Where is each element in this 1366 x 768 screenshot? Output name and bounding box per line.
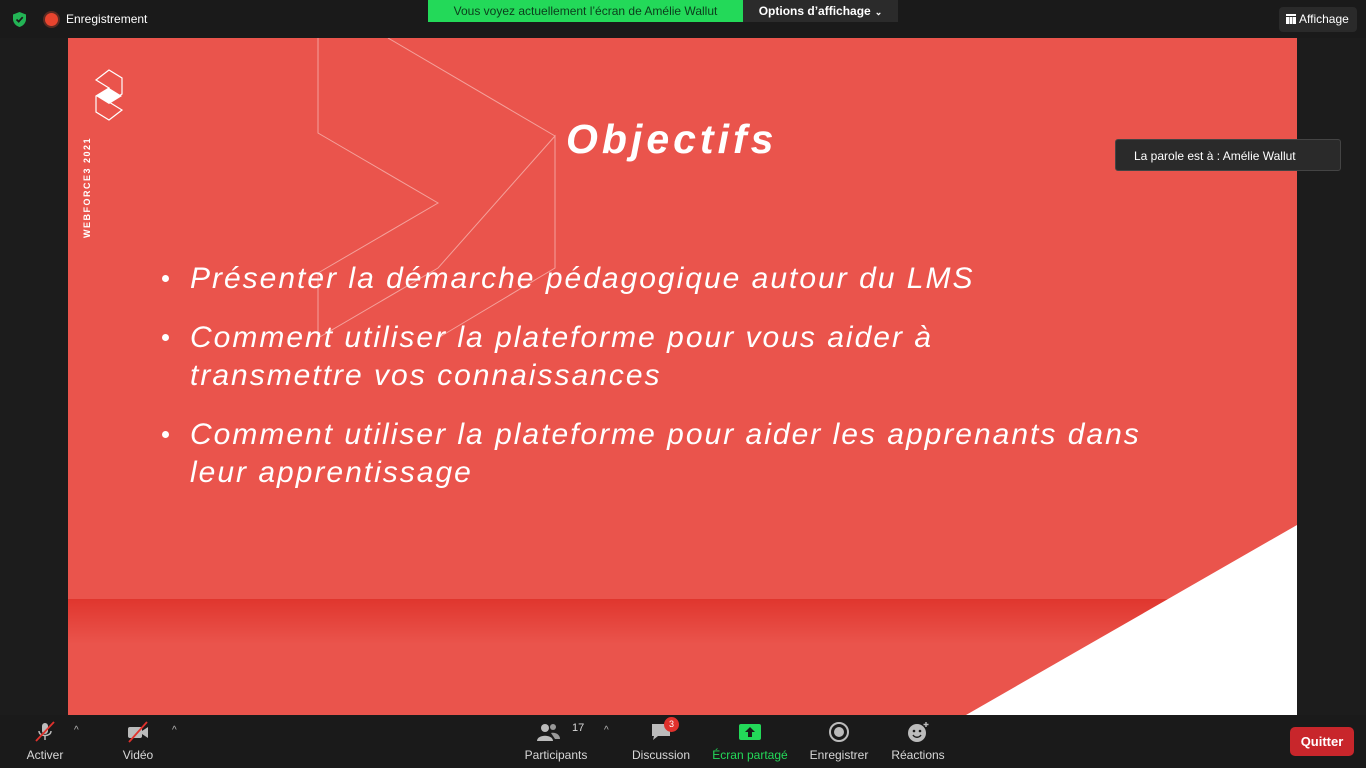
bullet-dot xyxy=(162,431,169,438)
participants-icon xyxy=(537,724,560,741)
reactions-button[interactable]: Réactions xyxy=(890,715,946,768)
view-button-label: Affichage xyxy=(1299,12,1349,26)
participants-count: 17 xyxy=(572,722,585,734)
view-button[interactable]: Affichage xyxy=(1279,7,1357,32)
chevron-down-icon: ⌄ xyxy=(874,7,883,17)
quit-button[interactable]: Quitter xyxy=(1290,727,1354,756)
chat-button[interactable]: 3 Discussion xyxy=(630,715,692,768)
unmute-label: Activer xyxy=(26,748,64,762)
bullet-dot xyxy=(162,275,169,282)
meeting-toolbar: Activer ^ Vidéo ^ 17 Participants ^ 3 Di… xyxy=(0,715,1366,768)
chat-badge: 3 xyxy=(664,717,679,732)
view-options-label: Options d’affichage xyxy=(758,4,871,18)
shared-slide: WEBFORCE3 2021 Objectifs Présenter la dé… xyxy=(68,38,1297,715)
reactions-label: Réactions xyxy=(891,748,945,762)
audio-options-caret-icon[interactable]: ^ xyxy=(74,725,79,736)
share-screen-label: Écran partagé xyxy=(712,748,788,762)
recording-label[interactable]: Enregistrement xyxy=(66,12,147,26)
slide-bullet: Comment utiliser la plateforme pour aide… xyxy=(160,416,1220,492)
record-icon xyxy=(829,722,849,742)
microphone-muted-icon xyxy=(35,721,55,742)
top-bar: Enregistrement Vous voyez actuellement l… xyxy=(0,0,1366,38)
unmute-button[interactable]: Activer xyxy=(16,715,74,768)
active-speaker-label: La parole est à : Amélie Wallut xyxy=(1115,139,1341,171)
slide-bullet: Présenter la démarche pédagogique autour… xyxy=(160,260,1220,298)
smiley-plus-icon xyxy=(908,722,929,742)
chat-label: Discussion xyxy=(631,748,691,762)
record-label: Enregistrer xyxy=(809,748,869,762)
video-button[interactable]: Vidéo xyxy=(112,715,164,768)
slide-title: Objectifs xyxy=(566,116,778,162)
slide-brand-vertical: WEBFORCE3 2021 xyxy=(82,136,92,238)
slide-bullet-text: Comment utiliser la plateforme pour vous… xyxy=(190,321,933,392)
share-screen-button[interactable]: Écran partagé xyxy=(712,715,788,768)
video-label: Vidéo xyxy=(122,748,154,762)
video-off-icon xyxy=(128,721,148,743)
participants-caret-icon[interactable]: ^ xyxy=(604,725,609,736)
slide-bullet-text: Présenter la démarche pédagogique autour… xyxy=(190,262,975,295)
view-options-button[interactable]: Options d’affichage ⌄ xyxy=(743,0,898,22)
grid-icon xyxy=(1286,14,1296,24)
slide-bullet-list: Présenter la démarche pédagogique autour… xyxy=(160,260,1220,513)
participants-button[interactable]: 17 Participants xyxy=(522,715,590,768)
video-options-caret-icon[interactable]: ^ xyxy=(172,725,177,736)
record-button[interactable]: Enregistrer xyxy=(808,715,870,768)
slide-bullet-text: Comment utiliser la plateforme pour aide… xyxy=(190,418,1141,489)
webforce3-logo-icon xyxy=(94,69,124,121)
screen-share-banner: Vous voyez actuellement l’écran de Améli… xyxy=(428,0,743,22)
shield-check-icon[interactable] xyxy=(11,11,28,28)
share-screen-icon xyxy=(739,724,761,740)
slide-bullet: Comment utiliser la plateforme pour vous… xyxy=(160,319,1220,395)
recording-icon[interactable] xyxy=(45,13,58,26)
participants-label: Participants xyxy=(524,748,588,762)
left-margin xyxy=(0,38,68,715)
bullet-dot xyxy=(162,334,169,341)
